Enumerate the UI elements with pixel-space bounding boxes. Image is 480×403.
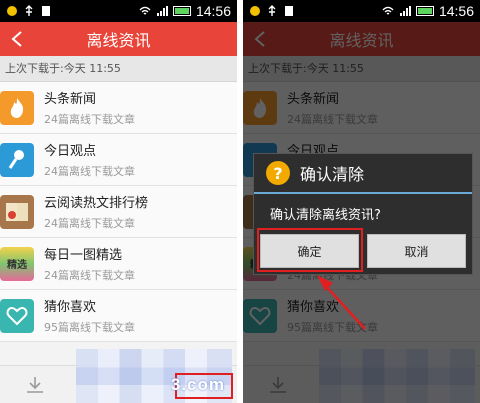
- status-time: 14:56: [438, 3, 474, 19]
- daily-picture-icon: 精选: [0, 246, 34, 281]
- watermark: 3.com: [170, 375, 225, 394]
- signal-icon: [156, 6, 168, 16]
- notification-icons: [6, 5, 52, 17]
- download-icon[interactable]: [24, 374, 46, 396]
- item-count: 24篇离线下载文章: [44, 217, 135, 230]
- item-name: 云阅读热文排行榜: [44, 196, 149, 211]
- pointer-arrow-icon: [317, 275, 366, 330]
- book-icon: [0, 194, 34, 229]
- wifi-icon: [139, 6, 151, 15]
- microphone-icon: [0, 142, 34, 177]
- notification-icon: [285, 6, 293, 16]
- notification-icons: [249, 5, 295, 17]
- item-count: 24篇离线下载文章: [44, 165, 135, 178]
- item-name: 今日观点: [44, 144, 97, 159]
- back-button[interactable]: [6, 28, 28, 50]
- comparison-stage: 14:56 离线资讯 上次下载于:今天 11:55 头条新闻 24篇离线下载文章: [0, 0, 480, 403]
- dialog-message: 确认清除离线资讯?: [270, 208, 381, 223]
- last-download-time: 上次下载于:今天 11:55: [0, 56, 237, 82]
- icon-label: 精选: [7, 260, 27, 271]
- status-bar: 14:56: [243, 0, 480, 22]
- list-item[interactable]: 猜你喜欢 95篇离线下载文章: [0, 290, 237, 342]
- item-count: 24篇离线下载文章: [44, 113, 135, 126]
- status-bar: 14:56: [0, 0, 237, 22]
- cancel-button[interactable]: 取消: [367, 234, 466, 268]
- item-count: 24篇离线下载文章: [44, 269, 135, 282]
- offline-news-list: 头条新闻 24篇离线下载文章 今日观点 24篇离线下载文章 云阅读热文排行榜 2…: [0, 82, 237, 342]
- title-bar: 离线资讯: [0, 22, 237, 56]
- screen-after: 14:56 离线资讯 上次下载于:今天 11:55 头条新闻 24篇离线下载文章: [243, 0, 480, 403]
- item-name: 每日一图精选: [44, 248, 123, 263]
- wifi-icon: [382, 6, 394, 15]
- question-icon: ?: [266, 161, 290, 185]
- signal-icon: [399, 6, 411, 16]
- item-count: 95篇离线下载文章: [44, 321, 135, 334]
- screen-before: 14:56 离线资讯 上次下载于:今天 11:55 头条新闻 24篇离线下载文章: [0, 0, 237, 403]
- heart-icon: [0, 298, 34, 333]
- dialog-header: ? 确认清除: [254, 154, 472, 194]
- list-item[interactable]: 云阅读热文排行榜 24篇离线下载文章: [0, 186, 237, 238]
- item-name: 猜你喜欢: [44, 300, 97, 315]
- list-item[interactable]: 头条新闻 24篇离线下载文章: [0, 82, 237, 134]
- battery-icon: [172, 6, 191, 16]
- notification-icon: [42, 6, 50, 16]
- dialog-title: 确认清除: [300, 165, 365, 184]
- list-item[interactable]: 今日观点 24篇离线下载文章: [0, 134, 237, 186]
- flame-icon: [0, 90, 34, 125]
- app-notification-icon: [250, 6, 260, 16]
- usb-icon: [25, 5, 33, 16]
- usb-icon: [268, 5, 276, 16]
- list-item[interactable]: 精选 每日一图精选 24篇离线下载文章: [0, 238, 237, 290]
- chevron-left-icon: [11, 31, 22, 47]
- battery-icon: [415, 6, 434, 16]
- page-title: 离线资讯: [86, 31, 151, 50]
- item-name: 头条新闻: [44, 92, 97, 107]
- status-time: 14:56: [195, 3, 231, 19]
- app-notification-icon: [7, 6, 17, 16]
